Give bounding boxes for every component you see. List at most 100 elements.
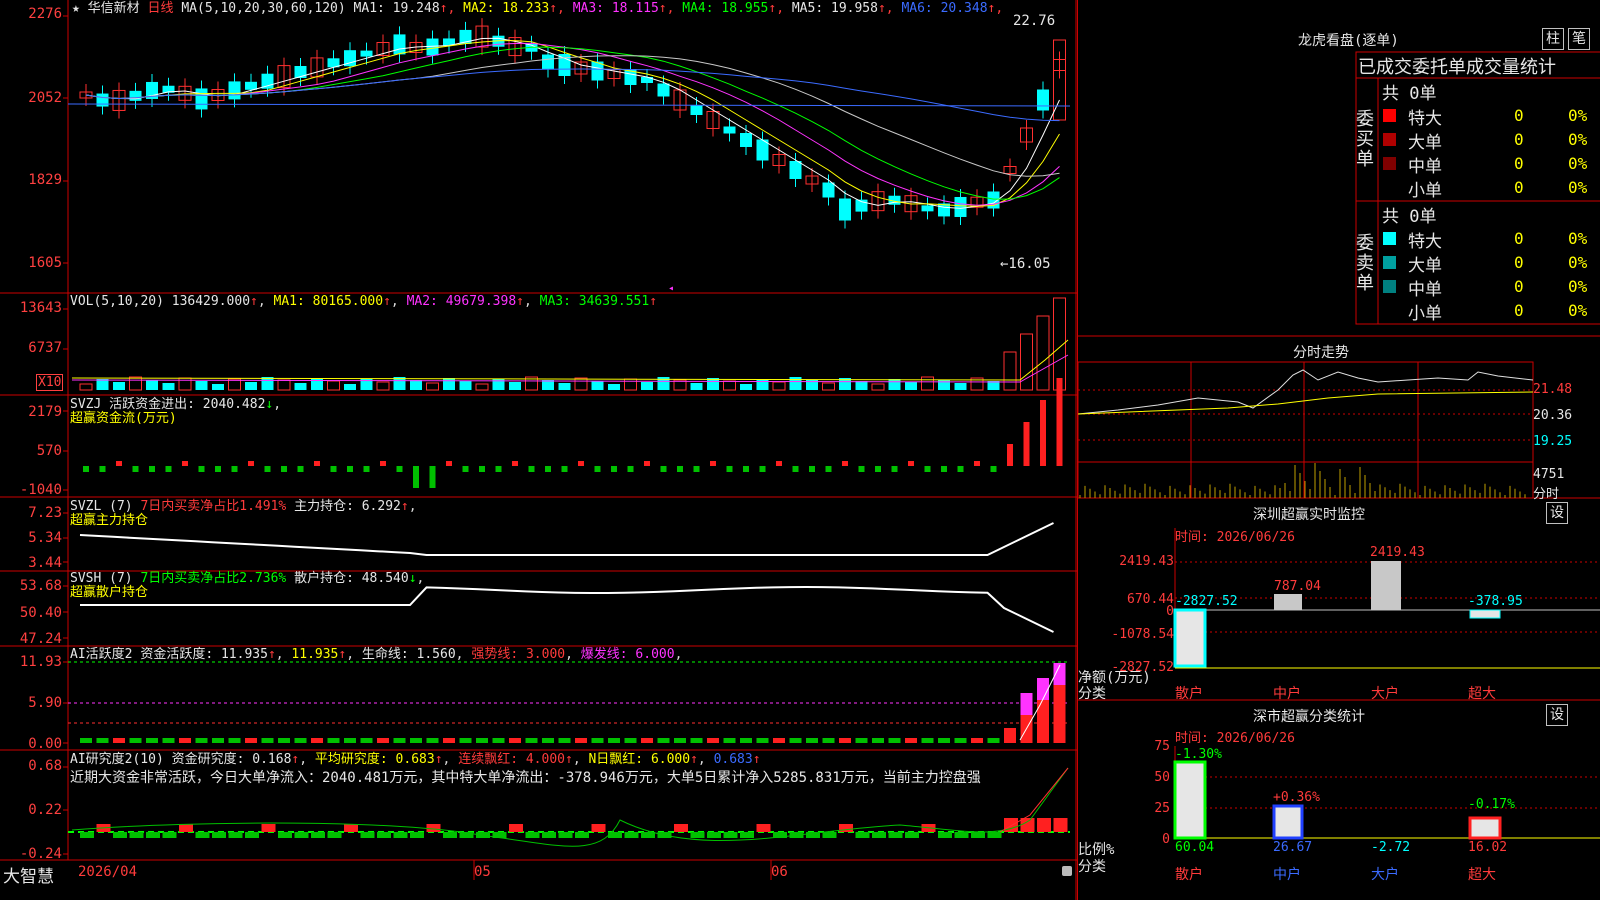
svzj-bar [413, 466, 419, 488]
ai1-bar [624, 738, 637, 743]
vol-ma2: MA2: 49679.398 [406, 294, 517, 309]
svzj-axis-label: -1040 [19, 482, 62, 498]
buy-total: 共 0单 [1382, 84, 1437, 104]
monitor-bar [1274, 594, 1302, 610]
svsh-axis-label: 50.40 [19, 605, 62, 621]
candle-body [393, 34, 406, 55]
svzj-bar [759, 466, 766, 472]
ai2-bar [740, 832, 754, 838]
ai1-bar [674, 738, 686, 743]
ai2-bar [938, 832, 952, 838]
ai2-bar [575, 832, 589, 838]
monitor-cat: 中户 [1273, 686, 1301, 702]
svzj-bar [924, 466, 931, 472]
order-pct: 0% [1568, 106, 1588, 125]
volume-bar [113, 382, 125, 390]
volume-bar [96, 379, 109, 390]
ai2-bar [987, 832, 1002, 838]
ma-line [85, 40, 1060, 207]
volume-bar [426, 382, 439, 391]
ai2-bar [971, 832, 985, 838]
intraday-title[interactable]: 分时走势 [1293, 342, 1349, 362]
bar-view-button[interactable]: 柱 [1542, 28, 1564, 50]
volume-bar [327, 380, 340, 391]
svzj-bar [248, 461, 254, 466]
ai1-burst-bar [1020, 693, 1033, 715]
volume-bar [608, 384, 620, 390]
ai1-bar [657, 738, 670, 743]
ai2-nday: N日飘红: 6.000 [588, 752, 691, 767]
classify-settings-button[interactable]: 设 [1546, 704, 1568, 726]
period-label[interactable]: 日线 [148, 1, 174, 16]
candle-body [723, 126, 736, 134]
intraday-axis-label: 19.25 [1533, 434, 1573, 449]
svzj-bar [363, 466, 370, 472]
ai2-bar [195, 832, 210, 838]
candle-body [740, 133, 752, 147]
ai2-bar [80, 832, 94, 838]
monitor-xlabel: 分类 [1078, 686, 1106, 702]
svzj-bar [1007, 444, 1013, 466]
svzj-bar [710, 461, 716, 466]
stock-name[interactable]: 华信新材 [88, 1, 140, 16]
svzj-bar [330, 466, 337, 472]
classify-time: 时间: 2026/06/26 [1175, 731, 1295, 746]
svzj-bar [281, 466, 287, 472]
lock-icon[interactable] [1062, 866, 1072, 876]
ai1-bar [921, 738, 934, 743]
classify-bar [1173, 760, 1207, 840]
monitor-cat: 超大 [1468, 686, 1496, 702]
candle-body [921, 205, 934, 212]
ai1-bar [261, 738, 274, 743]
order-category-sell: 中单 [1408, 280, 1442, 300]
svzj-subtitle: 超赢资金流(万元) [70, 411, 177, 426]
candle-body [195, 88, 208, 110]
monitor-value: -2827.52 [1175, 594, 1238, 609]
volume-bar [921, 376, 934, 391]
candle-body [245, 81, 257, 90]
svzj-bar [990, 466, 997, 472]
monitor-value: 787.04 [1274, 579, 1321, 594]
ma-values: MA1: 19.248↑, MA2: 18.233↑, MA3: 18.115↑… [353, 1, 1004, 16]
ma-value-5: MA5: 19.958 [791, 1, 878, 16]
ai2-bar [674, 824, 688, 832]
tick-view-button[interactable]: 笔 [1568, 28, 1590, 50]
monitor-bar [1173, 608, 1207, 668]
ai1-title: AI活跃度2 [70, 647, 133, 662]
svzl-title: SVZL (7) [70, 499, 133, 514]
classify-pct: -0.17% [1468, 797, 1515, 812]
volume-bar [311, 378, 323, 390]
ai1-activity: 资金活跃度: 11.935 [140, 647, 268, 662]
candle-body [822, 182, 835, 198]
ai2-bar [542, 832, 556, 838]
svzj-bar [825, 466, 832, 472]
monitor-settings-button[interactable]: 设 [1546, 502, 1568, 524]
classify-pct: -1.30% [1175, 747, 1222, 762]
ai2-bar [113, 832, 127, 838]
ai2-comment: 近期大资金非常活跃，今日大单净流入：2040.481万元，其中特大单净流出：-3… [70, 770, 981, 786]
ai1-axis-label: 5.90 [28, 695, 62, 711]
price-panel-header: ★ 华信新材 日线 MA(5,10,20,30,60,120) MA1: 19.… [72, 1, 1003, 17]
volume-bar [624, 378, 637, 391]
volume-bar [344, 384, 356, 390]
vol-unit-badge[interactable]: X10 [36, 374, 64, 391]
volume-bar [261, 377, 274, 390]
candle-body [657, 83, 670, 97]
ma-value-2: MA2: 18.233 [463, 1, 550, 16]
star-icon[interactable]: ★ [72, 1, 80, 16]
ai1-bar [789, 738, 802, 743]
ai2-axis-label: -0.24 [19, 846, 62, 862]
classify-cat: 中户 [1273, 867, 1301, 883]
svzj-bar [908, 461, 914, 466]
svzj-bar [132, 466, 139, 472]
ai2-bar [1053, 818, 1068, 832]
ai2-bar [443, 832, 457, 838]
ai2-bar [707, 832, 721, 838]
ai2-bar [839, 824, 853, 832]
candle-body [426, 38, 439, 56]
svzj-bar [660, 466, 667, 472]
ai1-bar [525, 738, 538, 743]
svzj-bar [528, 466, 535, 472]
main-chart-area[interactable]: ◂ ★ 华信新材 日线 MA(5,10,20,30,60,120) MA1: 1… [0, 0, 1077, 900]
ai2-bar [393, 832, 408, 838]
